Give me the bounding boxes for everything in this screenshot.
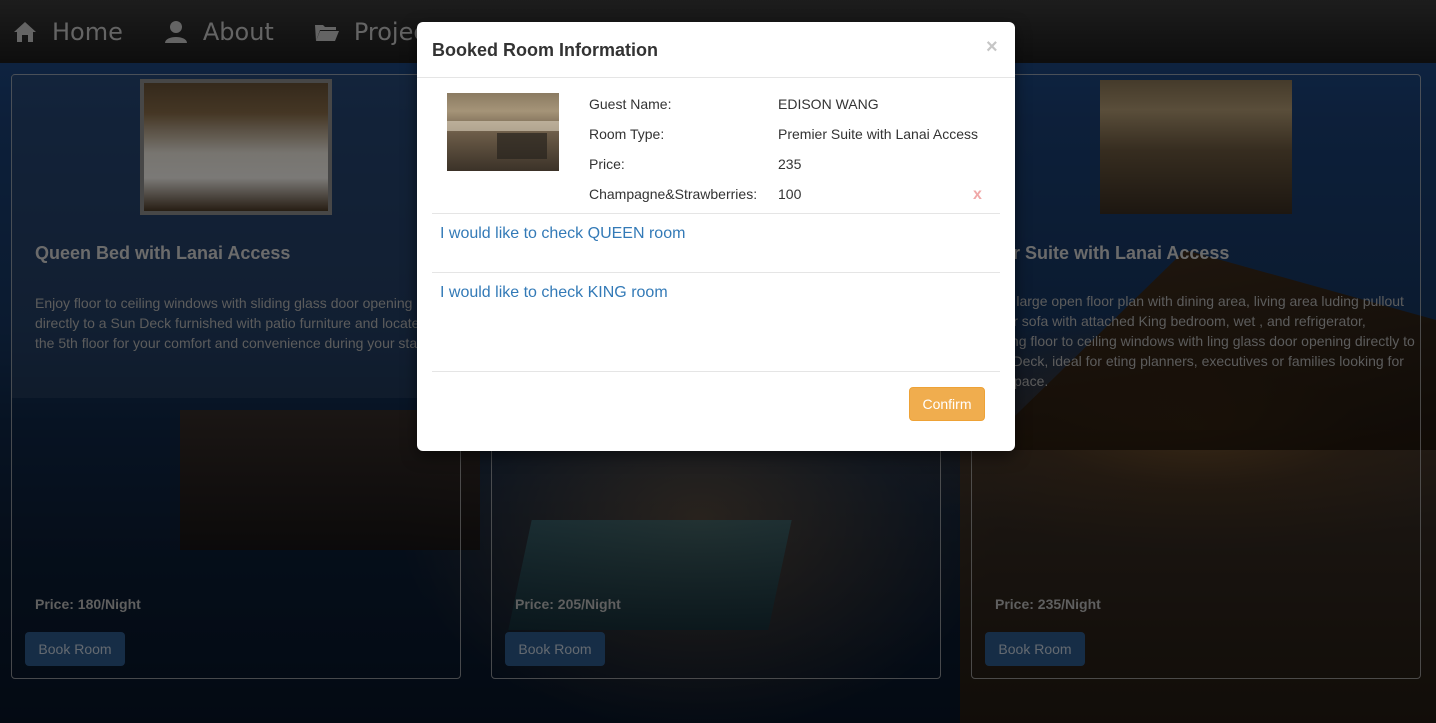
price-value: 235 [778,156,802,172]
modal-header: Booked Room Information × [417,22,1015,78]
room-type-value: Premier Suite with Lanai Access [778,126,978,142]
close-icon[interactable]: × [986,36,998,59]
confirm-button[interactable]: Confirm [909,387,985,421]
addon-value: 100 [778,186,802,202]
divider [432,213,1000,214]
divider [432,371,1000,372]
room-type-label: Room Type: [589,126,665,142]
guest-name-label: Guest Name: [589,96,672,112]
addon-label: Champagne&Strawberries: [589,186,758,202]
modal-title: Booked Room Information [432,40,658,60]
booked-room-thumbnail [447,93,559,171]
price-label: Price: [589,156,625,172]
check-queen-room-link[interactable]: I would like to check QUEEN room [440,225,685,243]
check-king-room-link[interactable]: I would like to check KING room [440,284,668,302]
booked-room-modal: Booked Room Information × Guest Name: ED… [417,22,1015,451]
guest-name-value: EDISON WANG [778,96,879,112]
remove-addon-button[interactable]: x [973,186,982,204]
divider [432,272,1000,273]
